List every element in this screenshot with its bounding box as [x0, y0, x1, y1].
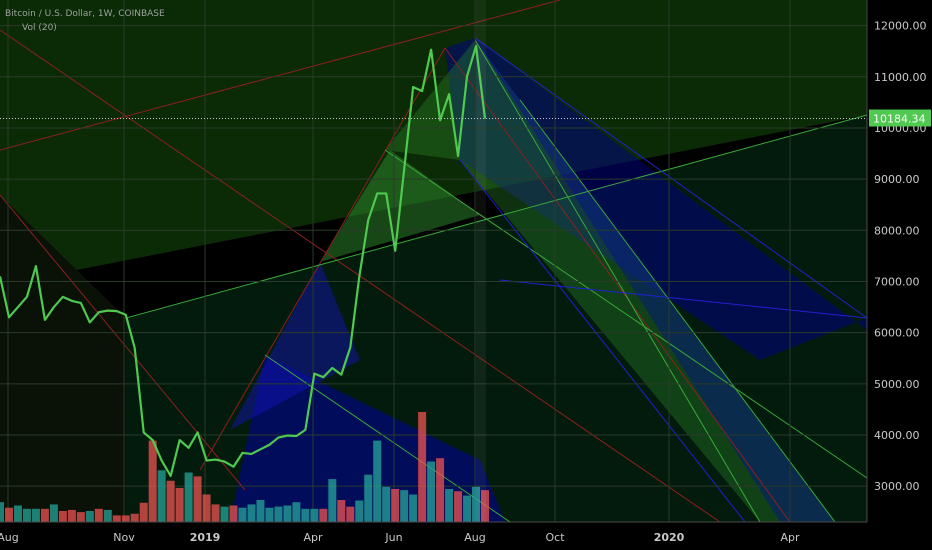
volume-bar — [121, 515, 130, 522]
volume-bar — [337, 500, 346, 522]
volume-bar — [463, 495, 472, 522]
volume-bar — [436, 458, 445, 522]
volume-bar — [400, 490, 409, 522]
x-tick-label: Aug — [0, 531, 19, 544]
volume-bar — [454, 491, 463, 522]
volume-bar — [409, 494, 418, 522]
volume-bar — [58, 511, 67, 522]
y-tick-label: 8000.00 — [874, 224, 920, 237]
volume-bar — [364, 474, 373, 522]
volume-bar — [76, 512, 85, 522]
volume-bar — [85, 511, 94, 522]
current-price-tag-label: 10184.34 — [873, 113, 926, 126]
volume-bar — [355, 500, 364, 522]
volume-bar — [391, 489, 400, 522]
x-tick-label: 2019 — [190, 531, 221, 544]
volume-bar — [0, 502, 4, 522]
current-price-tag: 10184.34 — [869, 109, 931, 127]
x-tick-label: Oct — [545, 531, 565, 544]
volume-indicator-label[interactable]: Vol (20) — [22, 23, 57, 33]
volume-bar — [112, 515, 121, 522]
volume-bar — [139, 502, 148, 522]
volume-bar — [373, 440, 382, 522]
volume-bar — [256, 500, 265, 522]
volume-bar — [40, 508, 49, 522]
crosshair-column — [476, 0, 486, 522]
y-tick-label: 11000.00 — [874, 71, 927, 84]
volume-bar — [247, 504, 256, 522]
volume-bar — [49, 504, 58, 522]
volume-bar — [193, 476, 202, 522]
y-tick-label: 4000.00 — [874, 429, 920, 442]
time-axis: Aug Nov 2019 Apr Jun Aug Oct 2020 Apr — [0, 531, 800, 544]
x-tick-label: Aug — [464, 531, 485, 544]
volume-bar — [418, 412, 427, 522]
y-tick-label: 6000.00 — [874, 327, 920, 340]
volume-bar — [94, 508, 103, 522]
volume-bar — [274, 506, 283, 522]
volume-bar — [220, 506, 229, 522]
volume-bar — [31, 508, 40, 522]
y-tick-label: 9000.00 — [874, 173, 920, 186]
volume-bar — [292, 502, 301, 522]
volume-bar — [265, 507, 274, 522]
volume-bar — [229, 505, 238, 522]
volume-bar — [166, 480, 175, 522]
volume-bar — [346, 506, 355, 522]
x-tick-label: Apr — [303, 531, 323, 544]
volume-bar — [283, 505, 292, 522]
volume-bar — [148, 440, 157, 522]
symbol-title[interactable]: Bitcoin / U.S. Dollar, 1W, COINBASE — [5, 9, 165, 19]
volume-bar — [445, 489, 454, 522]
volume-bar — [67, 509, 76, 522]
y-tick-label: 3000.00 — [874, 480, 920, 493]
volume-bar — [130, 513, 139, 522]
x-tick-label: Apr — [780, 531, 800, 544]
volume-bar — [301, 508, 310, 522]
volume-bar — [211, 504, 220, 522]
volume-bar — [103, 509, 112, 522]
x-tick-label: Jun — [384, 531, 402, 544]
volume-bar — [202, 494, 211, 522]
price-chart[interactable]: 3000.00 4000.00 5000.00 6000.00 7000.00 8000.… — [0, 0, 932, 550]
volume-bar — [310, 508, 319, 522]
volume-bar — [184, 472, 193, 522]
volume-bar — [175, 487, 184, 522]
volume-bar — [328, 479, 337, 522]
volume-bar — [382, 486, 391, 522]
x-tick-label: Nov — [113, 531, 135, 544]
volume-bar — [13, 505, 22, 522]
volume-bar — [319, 508, 328, 522]
volume-bar — [427, 461, 436, 522]
volume-bar — [238, 507, 247, 522]
volume-bar — [157, 470, 166, 522]
x-tick-label: 2020 — [654, 531, 685, 544]
volume-bar — [4, 507, 13, 522]
chart-root: 3000.00 4000.00 5000.00 6000.00 7000.00 8000.… — [0, 0, 932, 550]
y-tick-label: 5000.00 — [874, 378, 920, 391]
y-tick-label: 12000.00 — [874, 20, 927, 33]
volume-bar — [22, 508, 31, 522]
y-tick-label: 7000.00 — [874, 275, 920, 288]
